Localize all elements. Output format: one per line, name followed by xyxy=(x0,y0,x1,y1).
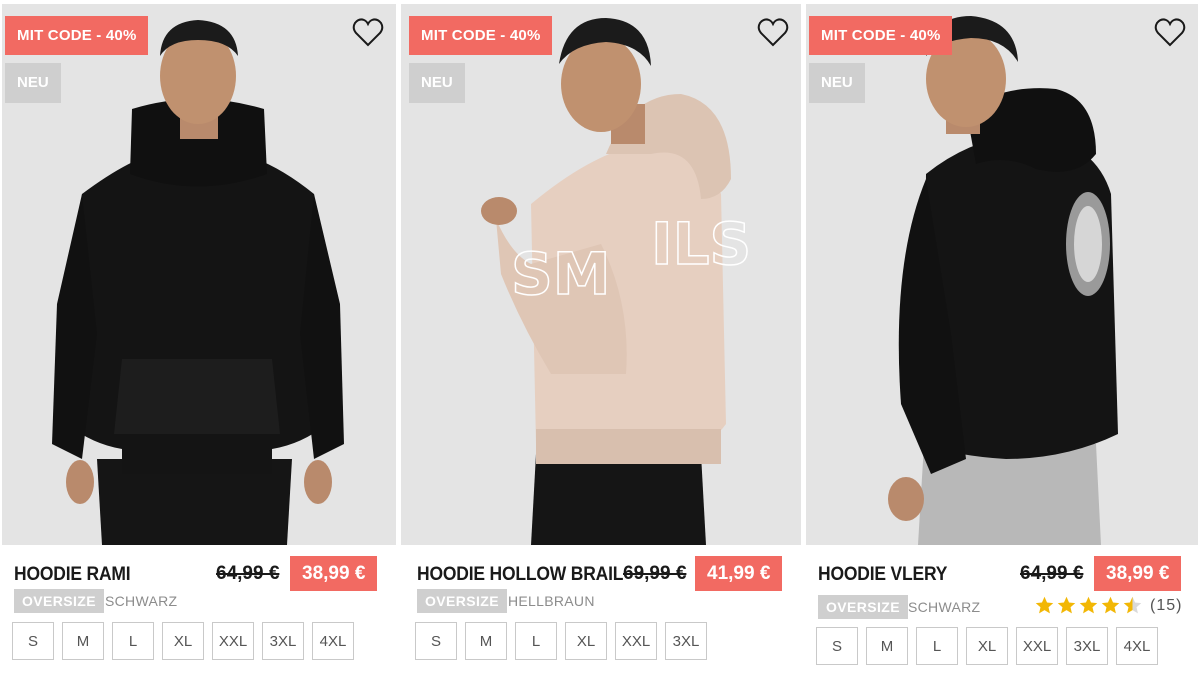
size-option[interactable]: M xyxy=(465,622,507,660)
product-card[interactable]: MIT CODE - 40% NEU HOODIE RAMI 64,99 € 3… xyxy=(2,0,396,675)
svg-text:SM: SM xyxy=(511,240,611,308)
product-image[interactable]: MIT CODE - 40% NEU xyxy=(806,4,1198,545)
size-options: S M L XL XXL 3XL xyxy=(415,622,707,660)
size-option[interactable]: XL xyxy=(565,622,607,660)
heart-icon[interactable] xyxy=(757,18,789,48)
product-info: HOODIE VLERY 64,99 € 38,99 € OVERSIZE SC… xyxy=(806,545,1198,675)
size-option[interactable]: 4XL xyxy=(312,622,354,660)
size-option[interactable]: L xyxy=(515,622,557,660)
sale-price: 38,99 € xyxy=(1094,556,1182,591)
size-option[interactable]: S xyxy=(12,622,54,660)
fit-tag: OVERSIZE xyxy=(417,589,507,613)
size-option[interactable]: XL xyxy=(966,627,1008,665)
size-option[interactable]: L xyxy=(916,627,958,665)
heart-icon[interactable] xyxy=(1154,18,1186,48)
rating-count[interactable]: (15) xyxy=(1150,597,1182,615)
discount-badge: MIT CODE - 40% xyxy=(409,16,553,55)
sale-price: 41,99 € xyxy=(695,556,783,591)
svg-text:ILS: ILS xyxy=(651,210,751,278)
size-option[interactable]: S xyxy=(415,622,457,660)
star-icon xyxy=(1035,596,1054,614)
sale-price: 38,99 € xyxy=(290,556,378,591)
original-price: 64,99 € xyxy=(1020,563,1084,584)
color-label: HELLBRAUN xyxy=(508,593,595,609)
product-photo xyxy=(2,4,396,545)
star-half-icon xyxy=(1123,596,1142,614)
product-info: HOODIE HOLLOW BRAIL 69,99 € 41,99 € OVER… xyxy=(401,545,801,675)
fit-tag: OVERSIZE xyxy=(818,595,908,619)
product-card[interactable]: MIT CODE - 40% NEU HOODIE VLERY 64,99 € … xyxy=(806,0,1198,675)
size-option[interactable]: XXL xyxy=(615,622,657,660)
size-options: S M L XL XXL 3XL 4XL xyxy=(816,627,1158,665)
star-icon xyxy=(1057,596,1076,614)
new-badge: NEU xyxy=(409,63,465,103)
product-title[interactable]: HOODIE HOLLOW BRAIL xyxy=(417,564,623,586)
heart-icon[interactable] xyxy=(352,18,384,48)
size-option[interactable]: L xyxy=(112,622,154,660)
rating: (15) xyxy=(1034,595,1182,616)
size-option[interactable]: 3XL xyxy=(665,622,707,660)
size-option[interactable]: XXL xyxy=(1016,627,1058,665)
product-card[interactable]: SM ILS MIT CODE - 40% NEU HOODIE HOLLOW … xyxy=(401,0,801,675)
product-image[interactable]: SM ILS MIT CODE - 40% NEU xyxy=(401,4,801,545)
size-option[interactable]: M xyxy=(62,622,104,660)
star-icon xyxy=(1101,596,1120,614)
discount-badge: MIT CODE - 40% xyxy=(809,16,953,55)
size-options: S M L XL XXL 3XL 4XL xyxy=(12,622,354,660)
product-image[interactable]: MIT CODE - 40% NEU xyxy=(2,4,396,545)
original-price: 64,99 € xyxy=(216,563,280,584)
size-option[interactable]: 3XL xyxy=(1066,627,1108,665)
size-option[interactable]: XL xyxy=(162,622,204,660)
size-option[interactable]: M xyxy=(866,627,908,665)
size-option[interactable]: 3XL xyxy=(262,622,304,660)
new-badge: NEU xyxy=(809,63,865,103)
product-title[interactable]: HOODIE RAMI xyxy=(14,564,131,586)
fit-tag: OVERSIZE xyxy=(14,589,104,613)
size-option[interactable]: 4XL xyxy=(1116,627,1158,665)
color-label: SCHWARZ xyxy=(908,599,981,615)
original-price: 69,99 € xyxy=(623,563,687,584)
discount-badge: MIT CODE - 40% xyxy=(5,16,149,55)
color-label: SCHWARZ xyxy=(105,593,178,609)
star-icon xyxy=(1079,596,1098,614)
size-option[interactable]: XXL xyxy=(212,622,254,660)
product-photo xyxy=(806,4,1198,545)
size-option[interactable]: S xyxy=(816,627,858,665)
product-title[interactable]: HOODIE VLERY xyxy=(818,564,947,586)
new-badge: NEU xyxy=(5,63,61,103)
product-info: HOODIE RAMI 64,99 € 38,99 € OVERSIZE SCH… xyxy=(2,545,396,675)
